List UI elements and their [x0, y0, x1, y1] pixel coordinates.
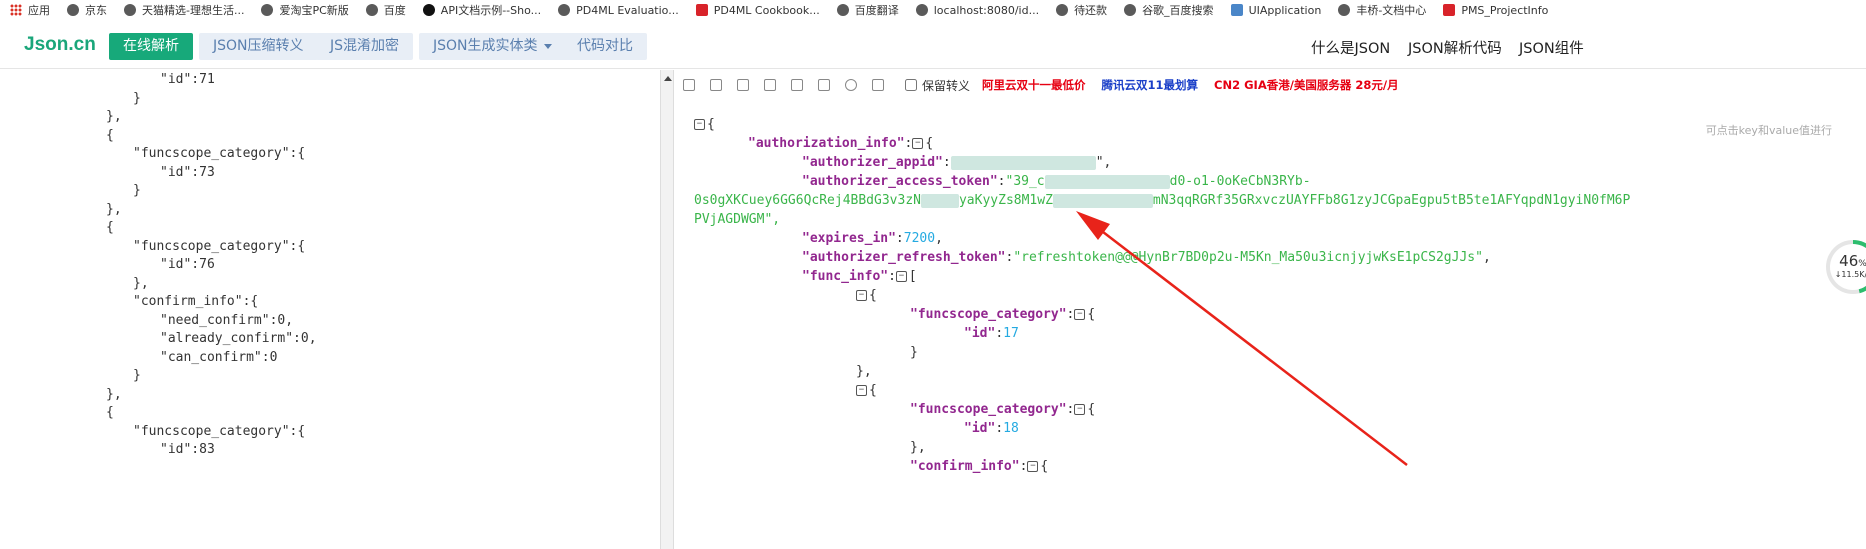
annotation-arrow [1076, 211, 1408, 466]
arrow-shaft [1089, 221, 1408, 466]
arrow-head [1076, 211, 1110, 240]
